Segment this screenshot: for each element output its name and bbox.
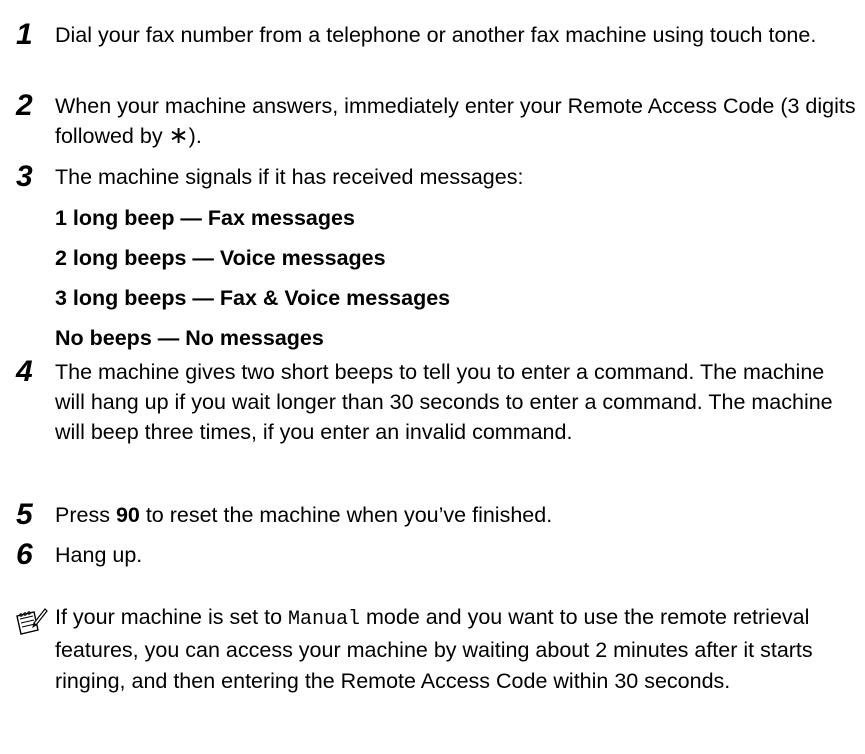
step-number: 4: [16, 355, 33, 388]
signal-item: No beeps — No messages: [55, 326, 324, 350]
step-text: When your machine answers, immediately e…: [55, 91, 860, 151]
step-text-part: ).: [188, 124, 202, 148]
step-text-part: Press: [55, 503, 116, 527]
note-text: If your machine is set to Manual mode an…: [55, 602, 863, 697]
step-number: 1: [16, 18, 33, 51]
step-text: The machine gives two short beeps to tel…: [55, 360, 833, 444]
step-number: 5: [16, 498, 33, 531]
key-code: 90: [115, 503, 140, 527]
step-number: 3: [16, 160, 33, 193]
step-number: 6: [16, 538, 33, 571]
step-text: Hang up.: [55, 543, 143, 567]
note-pencil-icon: [16, 608, 48, 635]
step-text: The machine signals if it has received m…: [55, 165, 524, 189]
step-number: 2: [16, 89, 33, 122]
step-text: Dial your fax number from a telephone or…: [55, 23, 817, 47]
mode-name: Manual: [288, 608, 361, 631]
step-text-part: to reset the machine when you’ve finishe…: [139, 503, 553, 527]
asterisk-symbol: ∗: [168, 122, 189, 149]
signal-item: 2 long beeps — Voice messages: [55, 246, 386, 270]
signal-item: 1 long beep — Fax messages: [55, 206, 355, 230]
step-text: Press 90 to reset the machine when you’v…: [55, 500, 860, 530]
note-text-part: If your machine is set to: [55, 605, 289, 629]
instruction-page: 1 Dial your fax number from a telephone …: [0, 0, 865, 754]
signal-item: 3 long beeps — Fax & Voice messages: [55, 286, 451, 310]
